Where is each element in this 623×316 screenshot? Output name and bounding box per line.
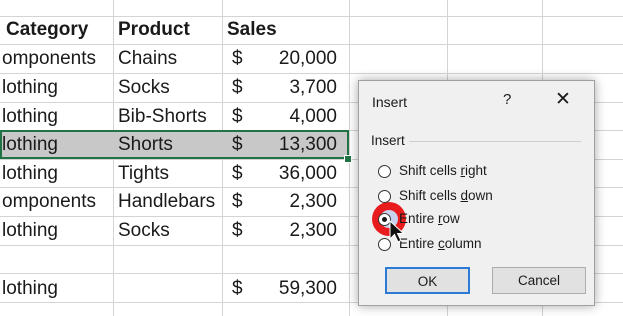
cell-product[interactable]: Tights: [118, 160, 169, 188]
cell-sales[interactable]: 36,000: [255, 160, 337, 188]
dialog-title: Insert: [372, 94, 408, 110]
summary-category[interactable]: lothing: [2, 275, 58, 303]
cancel-button[interactable]: Cancel: [492, 267, 586, 294]
summary-sales[interactable]: 59,300: [255, 275, 337, 303]
cell-currency[interactable]: $: [232, 45, 243, 73]
ok-button[interactable]: OK: [385, 267, 470, 294]
cell-category[interactable]: omponents: [2, 45, 96, 73]
cell-category[interactable]: lothing: [2, 131, 58, 159]
option-label: Shift cells right: [399, 163, 487, 178]
cell-product[interactable]: Socks: [118, 74, 170, 102]
cell-sales[interactable]: 13,300: [255, 131, 337, 159]
cell-product[interactable]: Bib-Shorts: [118, 103, 207, 131]
cell-product[interactable]: Handlebars: [118, 188, 215, 216]
cell-currency[interactable]: $: [232, 74, 243, 102]
cell-sales[interactable]: 2,300: [255, 217, 337, 245]
cell-sales[interactable]: 4,000: [255, 103, 337, 131]
cell-product[interactable]: Shorts: [118, 131, 173, 159]
cell-product[interactable]: Chains: [118, 45, 177, 73]
option-label: Entire column: [399, 236, 482, 251]
insert-dialog: Insert ? ✕ Insert Shift cells right Shif…: [358, 80, 595, 306]
cell-category[interactable]: lothing: [2, 103, 58, 131]
close-icon[interactable]: ✕: [555, 88, 571, 111]
cell-sales[interactable]: 20,000: [255, 45, 337, 73]
cell-currency[interactable]: $: [232, 160, 243, 188]
option-label: Shift cells down: [399, 188, 493, 203]
fill-handle[interactable]: [344, 155, 352, 163]
summary-currency[interactable]: $: [232, 275, 243, 303]
option-label: Entire row: [399, 211, 460, 226]
cell-category[interactable]: lothing: [2, 217, 58, 245]
cell-category[interactable]: omponents: [2, 188, 96, 216]
help-icon[interactable]: ?: [503, 91, 511, 108]
cell-currency[interactable]: $: [232, 217, 243, 245]
radio-button[interactable]: [378, 165, 391, 178]
cell-product[interactable]: Socks: [118, 217, 170, 245]
cell-category[interactable]: lothing: [2, 74, 58, 102]
header-category[interactable]: Category: [6, 16, 88, 44]
cell-sales[interactable]: 2,300: [255, 188, 337, 216]
cell-currency[interactable]: $: [232, 103, 243, 131]
group-label: Insert: [371, 133, 405, 148]
cell-category[interactable]: lothing: [2, 160, 58, 188]
cell-sales[interactable]: 3,700: [255, 74, 337, 102]
group-divider: [409, 141, 581, 142]
cell-currency[interactable]: $: [232, 131, 243, 159]
header-product[interactable]: Product: [118, 16, 190, 44]
radio-button[interactable]: [378, 190, 391, 203]
header-sales[interactable]: Sales: [227, 16, 277, 44]
cell-currency[interactable]: $: [232, 188, 243, 216]
gridline: [0, 16, 623, 17]
mouse-cursor-icon: [389, 220, 405, 243]
